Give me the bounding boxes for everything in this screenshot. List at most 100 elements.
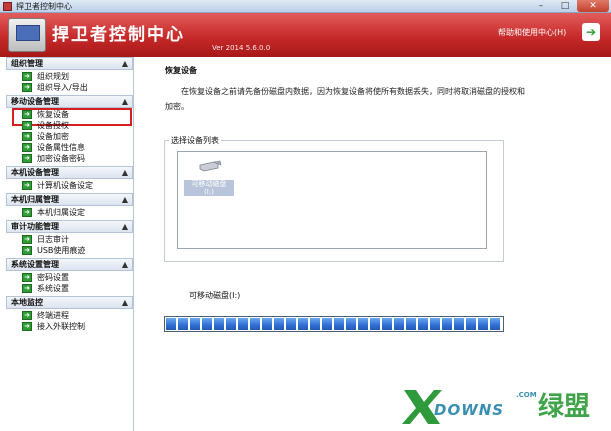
sidebar: 组织管理 ▲ ➜ 组织规划 ➜ 组织导入/导出 移动设备管理 ▲ ➜ 恢复设备 ➜ 设备授权 ➜ 设备加密…	[6, 57, 134, 431]
sidebar-item[interactable]: ➜ 组织导入/导出	[6, 82, 133, 93]
progress-segment	[238, 318, 248, 330]
sidebar-group-title: 系统设置管理	[11, 260, 59, 269]
sidebar-group-items: ➜ 日志审计 ➜ USB使用痕迹	[6, 233, 133, 258]
sidebar-item[interactable]: ➜ 本机归属设定	[6, 207, 133, 218]
green-arrow-icon: ➜	[22, 143, 32, 152]
minimize-button[interactable]: –	[529, 0, 553, 12]
device-name: 可移动磁盘	[191, 180, 227, 188]
progress-segment	[370, 318, 380, 330]
green-arrow-icon: ➜	[22, 132, 32, 141]
maximize-button[interactable]: □	[553, 0, 577, 12]
sidebar-item[interactable]: ➜ 接入外联控制	[6, 321, 133, 332]
collapse-icon[interactable]: ▲	[122, 297, 128, 309]
sidebar-group-title: 本机设备管理	[11, 168, 59, 177]
sidebar-group-header[interactable]: 系统设置管理 ▲	[6, 258, 133, 271]
collapse-icon[interactable]: ▲	[122, 58, 128, 70]
progress-segment	[358, 318, 368, 330]
device-list[interactable]: 可移动磁盘 (I:)	[177, 151, 487, 249]
progress-segment	[178, 318, 188, 330]
sidebar-item[interactable]: ➜ 日志审计	[6, 234, 133, 245]
device-item-removable-disk[interactable]: 可移动磁盘 (I:)	[182, 158, 236, 198]
sidebar-group-items: ➜ 计算机设备设定	[6, 179, 133, 193]
progress-segment	[226, 318, 236, 330]
sidebar-item-label: 接入外联控制	[37, 322, 85, 331]
device-drive: (I:)	[204, 188, 214, 196]
sidebar-item[interactable]: ➜ USB使用痕迹	[6, 245, 133, 256]
green-arrow-icon: ➜	[22, 154, 32, 163]
progress-segment	[202, 318, 212, 330]
sidebar-item-label: 设备授权	[37, 121, 69, 130]
progress-segment	[430, 318, 440, 330]
sidebar-group-title: 移动设备管理	[11, 97, 59, 106]
sidebar-item[interactable]: ➜ 加密设备密码	[6, 153, 133, 164]
watermark-com: .COM	[516, 391, 537, 399]
sidebar-group-header[interactable]: 本机设备管理 ▲	[6, 166, 133, 179]
sidebar-group-header[interactable]: 组织管理 ▲	[6, 57, 133, 70]
sidebar-item[interactable]: ➜ 设备加密	[6, 131, 133, 142]
sidebar-item[interactable]: ➜ 设备属性信息	[6, 142, 133, 153]
progress-segment	[454, 318, 464, 330]
sidebar-group-items: ➜ 密码设置 ➜ 系统设置	[6, 271, 133, 296]
progress-segment	[274, 318, 284, 330]
sidebar-item-label: 设备属性信息	[37, 143, 85, 152]
sidebar-item[interactable]: ➜ 设备授权	[6, 120, 133, 131]
sidebar-group-items: ➜ 恢复设备 ➜ 设备授权 ➜ 设备加密 ➜ 设备属性信息 ➜ 加密设备密码	[6, 108, 133, 166]
sidebar-item-label: USB使用痕迹	[37, 246, 86, 255]
progress-segment	[322, 318, 332, 330]
version-label: Ver 2014 5.6.0.0	[212, 44, 271, 52]
progress-segment	[310, 318, 320, 330]
green-arrow-icon: ➜	[22, 121, 32, 130]
sidebar-group-items: ➜ 终端进程 ➜ 接入外联控制	[6, 309, 133, 334]
progress-segment	[406, 318, 416, 330]
sidebar-group-header[interactable]: 本地监控 ▲	[6, 296, 133, 309]
progress-segment	[334, 318, 344, 330]
collapse-icon[interactable]: ▲	[122, 167, 128, 179]
sidebar-item-label: 组织规划	[37, 72, 69, 81]
green-arrow-icon: ➜	[22, 322, 32, 331]
collapse-icon[interactable]: ▲	[122, 259, 128, 271]
progress-segment	[394, 318, 404, 330]
warning-notice: 在恢复设备之前请先备份磁盘内数据，因为恢复设备将使所有数据丢失，同时将取消磁盘的…	[165, 87, 525, 111]
app-title: 捍卫者控制中心	[52, 25, 185, 45]
collapse-icon[interactable]: ▲	[122, 221, 128, 233]
sidebar-group-header[interactable]: 本机归属管理 ▲	[6, 193, 133, 206]
device-list-group: 选择设备列表 可移动磁盘 (I:)	[164, 135, 504, 262]
sidebar-group-title: 组织管理	[11, 59, 43, 68]
app-icon	[3, 2, 12, 11]
sidebar-group-title: 本地监控	[11, 298, 43, 307]
watermark-cn: 绿盟	[538, 392, 591, 422]
sidebar-item[interactable]: ➜ 终端进程	[6, 310, 133, 321]
sidebar-item-selected[interactable]: ➜ 恢复设备	[6, 108, 133, 126]
green-arrow-icon: ➜	[22, 83, 32, 92]
sidebar-group-header[interactable]: 审计功能管理 ▲	[6, 220, 133, 233]
progress-segment	[286, 318, 296, 330]
progress-segment	[262, 318, 272, 330]
green-arrow-icon: ➜	[22, 284, 32, 293]
progress-segment	[190, 318, 200, 330]
green-arrow-icon: ➜	[22, 246, 32, 255]
progress-segment	[250, 318, 260, 330]
sidebar-item[interactable]: ➜ 系统设置	[6, 283, 133, 294]
progress-segment	[214, 318, 224, 330]
sidebar-group-header[interactable]: 移动设备管理 ▲	[6, 95, 133, 108]
green-arrow-icon: ➜	[22, 235, 32, 244]
sidebar-group-items: ➜ 本机归属设定	[6, 206, 133, 220]
collapse-icon[interactable]: ▲	[122, 194, 128, 206]
sidebar-group-items: ➜ 组织规划 ➜ 组织导入/导出	[6, 70, 133, 95]
arrow-right-icon[interactable]: ➔	[582, 23, 600, 41]
watermark-text: DOWNS	[434, 401, 505, 419]
sidebar-item[interactable]: ➜ 组织规划	[6, 71, 133, 82]
progress-segment	[346, 318, 356, 330]
progress-segment	[382, 318, 392, 330]
close-button[interactable]: ✕	[577, 0, 609, 12]
usb-drive-icon	[199, 160, 222, 172]
collapse-icon[interactable]: ▲	[122, 96, 128, 108]
progress-segment	[490, 318, 500, 330]
help-center-link[interactable]: 帮助和使用中心(H)	[498, 27, 566, 38]
sidebar-item[interactable]: ➜ 计算机设备设定	[6, 180, 133, 191]
sidebar-item-label: 密码设置	[37, 273, 69, 282]
sidebar-item[interactable]: ➜ 密码设置	[6, 272, 133, 283]
progress-segment	[418, 318, 428, 330]
sidebar-item-label: 组织导入/导出	[37, 83, 88, 92]
device-label: 可移动磁盘 (I:)	[184, 180, 234, 196]
